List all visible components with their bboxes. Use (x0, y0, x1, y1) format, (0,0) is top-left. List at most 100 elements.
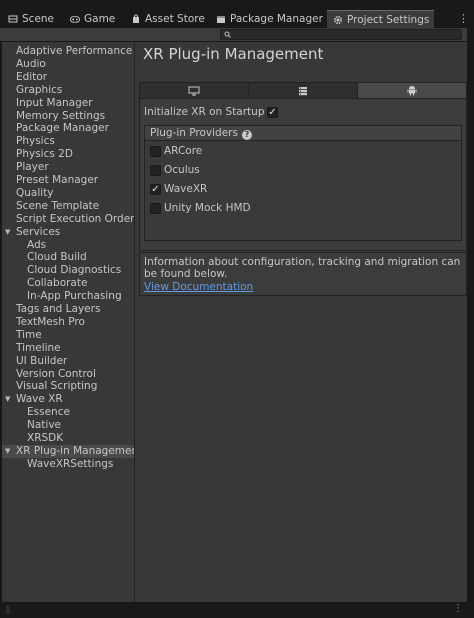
provider-checkbox[interactable] (150, 146, 161, 157)
sidebar-item-label: Version Control (16, 367, 96, 380)
sidebar-item-label: Native (27, 419, 61, 432)
sidebar-item-label: Scene Template (16, 199, 100, 212)
init-xr-checkbox[interactable]: ✓ (267, 107, 278, 118)
sidebar-item[interactable]: Native (2, 419, 134, 432)
game-icon (70, 14, 80, 24)
android-settings: Initialize XR on Startup ✓ Plug-in Provi… (139, 99, 467, 251)
view-documentation-link[interactable]: View Documentation (144, 281, 253, 293)
sidebar-item[interactable]: Editor (2, 71, 134, 84)
sidebar-item-label: Collaborate (27, 277, 88, 290)
tab-game[interactable]: Game (64, 10, 121, 28)
sidebar-item[interactable]: Quality (2, 187, 134, 200)
gear-icon (333, 15, 343, 25)
providers-header-label: Plug-in Providers (150, 127, 238, 139)
providers-items: ARCore Oculus ✓ WaveXR Unity Mock HMD (145, 142, 461, 240)
sidebar-item[interactable]: WaveXRSettings (2, 458, 134, 471)
sidebar-item[interactable]: Graphics (2, 84, 134, 97)
tab-package-manager[interactable]: Package Manager (210, 10, 329, 28)
tab-label: Project Settings (347, 13, 430, 26)
sidebar-item-label: Timeline (16, 341, 61, 354)
sidebar-item[interactable]: Tags and Layers (2, 303, 134, 316)
init-xr-label: Initialize XR on Startup (144, 106, 265, 118)
sidebar-item-label: Quality (16, 186, 54, 199)
android-icon (407, 85, 417, 96)
expand-arrow-icon[interactable]: ▼ (5, 445, 10, 458)
package-icon (216, 14, 226, 24)
provider-checkbox[interactable] (150, 165, 161, 176)
sidebar-item[interactable]: Memory Settings (2, 110, 134, 123)
provider-checkbox[interactable] (150, 203, 161, 214)
sidebar-item[interactable]: ▼ XR Plug-in Management (2, 444, 142, 458)
sidebar-item[interactable]: Collaborate (2, 277, 134, 290)
sidebar-item-label: Audio (16, 57, 46, 70)
settings-sidebar: Adaptive Performance Audio Editor Graphics I… (2, 42, 142, 602)
sidebar-item[interactable]: Essence (2, 406, 134, 419)
status-bar: ⋮ (0, 602, 474, 618)
search-input[interactable] (220, 29, 462, 40)
sidebar-item[interactable]: Cloud Build (2, 251, 134, 264)
sidebar-item-label: Physics 2D (16, 148, 73, 161)
sidebar-item-label: Graphics (16, 83, 63, 96)
sidebar-item[interactable]: Version Control (2, 368, 134, 381)
more-options-icon[interactable]: ⋮ (453, 603, 463, 614)
sidebar-item[interactable]: UI Builder (2, 355, 134, 368)
sidebar-item-label: XRSDK (27, 432, 64, 444)
sidebar-item[interactable]: Scene Template (2, 200, 134, 213)
sidebar-item-label: Player (16, 161, 49, 174)
sidebar-item-label: Services (16, 225, 61, 238)
monitor-icon (188, 86, 200, 96)
sidebar-item[interactable]: XRSDK (2, 432, 134, 445)
sidebar-item[interactable]: TextMesh Pro (2, 316, 134, 329)
scene-icon (8, 14, 18, 24)
sidebar-item-label: Cloud Build (27, 251, 87, 264)
tab-server[interactable] (249, 83, 358, 98)
help-icon[interactable]: ? (241, 129, 252, 140)
sidebar-item[interactable]: Cloud Diagnostics (2, 264, 134, 277)
sidebar-item[interactable]: Player (2, 161, 134, 174)
sidebar-item[interactable]: Input Manager (2, 97, 134, 110)
more-options-icon[interactable]: ⋮ (458, 12, 469, 25)
tab-label: Asset Store (145, 13, 205, 25)
sidebar-item-label: Physics (16, 135, 55, 148)
provider-row: ARCore (145, 144, 445, 160)
sidebar-item[interactable]: Script Execution Order (2, 212, 135, 226)
sidebar-item-label: XR Plug-in Management (16, 444, 143, 457)
sidebar-item[interactable]: Package Manager (2, 122, 134, 135)
scroll-gutter (467, 28, 474, 602)
scroll-thumb[interactable] (6, 605, 10, 614)
tab-project-settings[interactable]: Project Settings (327, 10, 434, 28)
sidebar-item-label: Time (16, 328, 42, 341)
tab-android[interactable] (358, 83, 466, 98)
sidebar-item[interactable]: Preset Manager (2, 174, 134, 187)
sidebar-item-label: TextMesh Pro (16, 315, 85, 328)
sidebar-item-label: Wave XR (16, 393, 63, 406)
sidebar-item[interactable]: Physics 2D (2, 148, 134, 161)
sidebar-item[interactable]: Audio (2, 58, 134, 71)
provider-checkbox[interactable]: ✓ (150, 184, 161, 195)
server-icon (298, 86, 308, 96)
provider-label: Oculus (164, 164, 200, 176)
expand-arrow-icon[interactable]: ▼ (5, 393, 10, 406)
sidebar-item[interactable]: ▼ Wave XR (2, 393, 134, 406)
tab-standalone[interactable] (140, 83, 249, 98)
expand-arrow-icon[interactable]: ▼ (5, 226, 10, 239)
info-box: Information about configuration, trackin… (139, 252, 467, 296)
sidebar-item[interactable]: Physics (2, 135, 134, 148)
sidebar-item-label: Input Manager (16, 96, 93, 109)
sidebar-item[interactable]: In-App Purchasing (2, 290, 134, 303)
sidebar-item-label: Preset Manager (16, 174, 99, 186)
sidebar-item[interactable]: Adaptive Performance (2, 45, 134, 58)
tab-label: Package Manager (230, 13, 323, 25)
sidebar-item[interactable]: ▼ Services (2, 226, 134, 239)
settings-panel: XR Plug-in Management Initialize XR on S… (135, 42, 467, 602)
provider-label: ARCore (164, 145, 203, 157)
sidebar-item-label: Package Manager (16, 122, 109, 135)
tab-asset-store[interactable]: Asset Store (125, 10, 211, 28)
sidebar-item[interactable]: Time (2, 329, 134, 342)
sidebar-item-label: Script Execution Order (16, 212, 135, 225)
tab-scene[interactable]: Scene (2, 10, 60, 28)
sidebar-item[interactable]: Timeline (2, 342, 134, 355)
sidebar-item-label: UI Builder (16, 354, 68, 367)
sidebar-item[interactable]: Ads (2, 239, 134, 252)
sidebar-item[interactable]: Visual Scripting (2, 380, 134, 393)
